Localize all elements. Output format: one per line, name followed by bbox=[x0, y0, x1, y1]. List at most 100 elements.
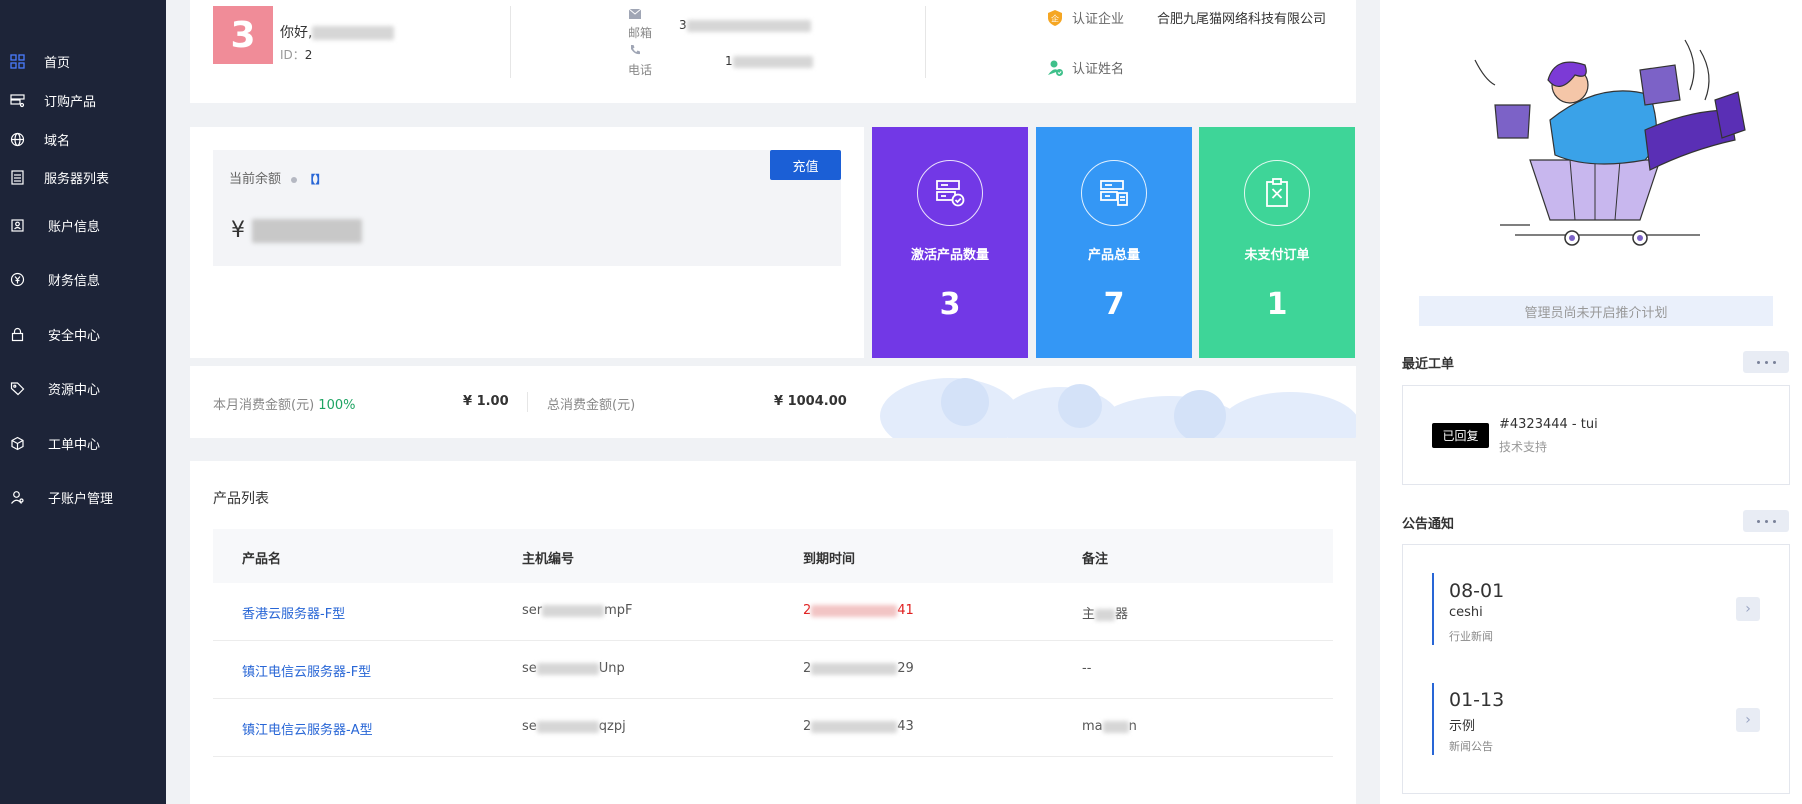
divider bbox=[510, 6, 511, 78]
more-notices-button[interactable] bbox=[1743, 510, 1789, 532]
month-consumption-value: ¥ 1.00 bbox=[463, 394, 509, 409]
sidebar-item-label: 资源中心 bbox=[48, 382, 101, 398]
mail-icon bbox=[628, 8, 642, 19]
recent-tickets-title: 最近工单 bbox=[1402, 357, 1455, 372]
notice-accent-bar bbox=[1432, 683, 1434, 755]
host-id: se Unp bbox=[522, 661, 625, 676]
expire-time: 2 41 bbox=[803, 603, 914, 618]
stat-value: 3 bbox=[939, 287, 961, 322]
table-row: 香港云服务器-F型 ser mpF 2 41 主器 bbox=[213, 583, 1333, 641]
product-list-title: 产品列表 bbox=[213, 491, 269, 507]
eye-dot-icon[interactable] bbox=[291, 176, 298, 183]
sidebar-item-sub-accounts[interactable]: 子账户管理 bbox=[0, 482, 166, 512]
ticket-status-badge: 已回复 bbox=[1432, 423, 1489, 448]
sidebar-item-label: 订购产品 bbox=[44, 94, 97, 110]
sidebar-item-resources[interactable]: 资源中心 bbox=[0, 373, 166, 403]
more-tickets-button[interactable] bbox=[1743, 351, 1789, 373]
chevron-right-icon[interactable]: › bbox=[1736, 708, 1760, 732]
column-header: 产品名 bbox=[242, 552, 282, 567]
list-icon bbox=[9, 169, 25, 185]
toggle-brackets-icon[interactable]: 【】 bbox=[304, 173, 326, 186]
stat-tile-unpaid-orders[interactable]: 未支付订单 1 bbox=[1199, 127, 1355, 358]
host-id: se qzpj bbox=[522, 719, 626, 734]
balance-box: 当前余额 【】 充值 ¥ bbox=[213, 150, 841, 266]
column-header: 主机编号 bbox=[522, 552, 575, 567]
stat-value: 7 bbox=[1103, 287, 1125, 322]
globe-icon bbox=[9, 131, 25, 147]
notice-accent-bar bbox=[1432, 573, 1434, 645]
svg-text:企: 企 bbox=[1051, 13, 1059, 23]
expire-time: 2 43 bbox=[803, 719, 914, 734]
sidebar-item-label: 服务器列表 bbox=[44, 171, 110, 187]
expire-time: 2 29 bbox=[803, 661, 914, 676]
id-card-icon bbox=[9, 217, 25, 233]
sidebar-item-account[interactable]: 账户信息 bbox=[0, 210, 166, 240]
sidebar-item-label: 安全中心 bbox=[48, 328, 101, 344]
sidebar-item-security[interactable]: 安全中心 bbox=[0, 319, 166, 349]
stat-tile-total-products[interactable]: 产品总量 7 bbox=[1036, 127, 1192, 358]
shopping-cart-illustration bbox=[1474, 39, 1746, 246]
phone-label: 电话 bbox=[628, 63, 653, 77]
note: 主器 bbox=[1082, 607, 1129, 622]
stat-value: 1 bbox=[1266, 287, 1288, 322]
sidebar-item-domain[interactable]: 域名 bbox=[0, 124, 166, 154]
ticket-category: 技术支持 bbox=[1499, 440, 1548, 454]
sidebar-item-label: 子账户管理 bbox=[48, 491, 114, 507]
enterprise-shield-icon: 企 bbox=[1046, 9, 1064, 27]
currency-icon bbox=[9, 271, 25, 287]
stat-label: 产品总量 bbox=[1087, 248, 1140, 263]
recharge-button[interactable]: 充值 bbox=[770, 150, 841, 180]
balance-label: 当前余额 【】 bbox=[229, 172, 327, 187]
notice-name[interactable]: 示例 bbox=[1449, 715, 1475, 734]
greeting: 你好, bbox=[280, 22, 395, 42]
product-name-link[interactable]: 香港云服务器-F型 bbox=[242, 603, 345, 622]
divider bbox=[527, 392, 528, 412]
clipboard-x-icon bbox=[1244, 160, 1310, 226]
server-cart-icon bbox=[9, 92, 25, 108]
notice-name[interactable]: ceshi bbox=[1449, 605, 1483, 620]
sidebar-item-order-products[interactable]: 订购产品 bbox=[0, 85, 166, 115]
sidebar-item-server-list[interactable]: 服务器列表 bbox=[0, 162, 166, 192]
grid-icon bbox=[9, 53, 25, 69]
referral-notice: 管理员尚未开启推介计划 bbox=[1419, 296, 1773, 326]
cert-company: 企 认证企业 bbox=[1046, 8, 1124, 27]
table-row: 镇江电信云服务器-F型 se Unp 2 29 -- bbox=[213, 641, 1333, 699]
month-consumption-label: 本月消费金额(元) 100% bbox=[213, 398, 356, 413]
verified-user-icon bbox=[1046, 59, 1064, 77]
sidebar-item-home[interactable]: 首页 bbox=[0, 46, 166, 76]
avatar: 3 bbox=[213, 6, 273, 64]
stat-label: 激活产品数量 bbox=[910, 248, 989, 263]
column-header: 到期时间 bbox=[803, 552, 856, 567]
email-label: 邮箱 bbox=[628, 26, 653, 40]
table-header: 产品名 主机编号 到期时间 备注 bbox=[213, 529, 1333, 583]
notice-category: 新闻公告 bbox=[1449, 740, 1493, 753]
balance-amount: ¥ bbox=[231, 218, 362, 243]
divider bbox=[925, 6, 926, 78]
sidebar-item-label: 财务信息 bbox=[48, 273, 101, 289]
sidebar-item-finance[interactable]: 财务信息 bbox=[0, 264, 166, 294]
table-row: 镇江电信云服务器-A型 se qzpj 2 43 ma n bbox=[213, 699, 1333, 757]
note: ma n bbox=[1082, 719, 1137, 734]
notice-date: 08-01 bbox=[1449, 580, 1505, 602]
column-header: 备注 bbox=[1082, 552, 1109, 567]
ticket-title: #4323444 - tui bbox=[1499, 417, 1598, 432]
user-icon bbox=[9, 489, 25, 505]
stat-tile-active-products[interactable]: 激活产品数量 3 bbox=[872, 127, 1028, 358]
sidebar-item-label: 首页 bbox=[44, 55, 71, 71]
consumption-panel bbox=[190, 366, 1356, 438]
note: -- bbox=[1082, 661, 1092, 676]
stat-label: 未支付订单 bbox=[1244, 248, 1310, 263]
sidebar-item-label: 账户信息 bbox=[48, 219, 101, 235]
lock-icon bbox=[9, 326, 25, 342]
chevron-right-icon[interactable]: › bbox=[1736, 597, 1760, 621]
product-name-link[interactable]: 镇江电信云服务器-F型 bbox=[242, 661, 371, 680]
sidebar-item-tickets[interactable]: 工单中心 bbox=[0, 428, 166, 458]
host-id: ser mpF bbox=[522, 603, 633, 618]
phone-value: 1 bbox=[725, 54, 813, 68]
server-check-icon bbox=[917, 160, 983, 226]
product-name-link[interactable]: 镇江电信云服务器-A型 bbox=[242, 719, 373, 738]
email-value: 3 bbox=[679, 18, 811, 32]
notice-category: 行业新闻 bbox=[1449, 630, 1493, 643]
notices-title: 公告通知 bbox=[1402, 517, 1455, 532]
coins-decoration bbox=[880, 378, 1356, 438]
